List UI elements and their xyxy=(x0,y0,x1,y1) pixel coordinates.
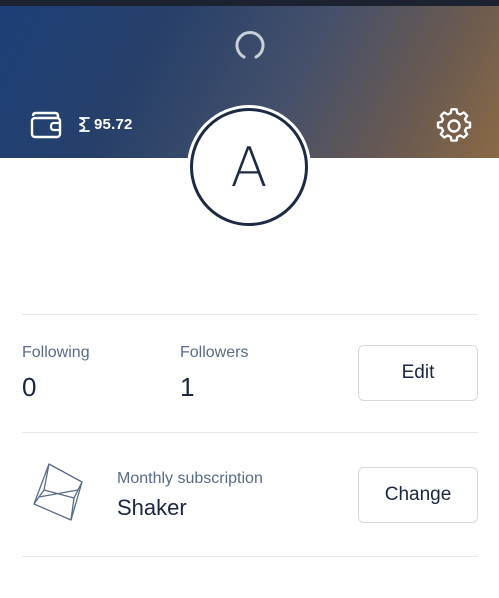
balance-value: 95.72 xyxy=(94,116,133,133)
divider-middle xyxy=(22,432,478,433)
followers-count[interactable]: 1 xyxy=(180,372,194,403)
loading-spinner-icon xyxy=(235,30,265,59)
subscription-plan: Shaker xyxy=(117,495,187,520)
following-label: Following xyxy=(22,344,90,361)
edit-button[interactable]: Edit xyxy=(358,345,478,401)
wallet-icon[interactable] xyxy=(29,110,65,140)
divider-top xyxy=(22,314,478,315)
profile-screen: 95.72 A Following 0 Followers 1 Edit Mon… xyxy=(0,0,499,598)
subscription-label: Monthly subscription xyxy=(117,470,263,487)
change-button[interactable]: Change xyxy=(358,467,478,523)
gear-icon[interactable] xyxy=(436,108,472,144)
avatar[interactable]: A xyxy=(190,108,308,226)
divider-bottom xyxy=(22,556,478,557)
coin-icon xyxy=(79,117,90,132)
avatar-initial: A xyxy=(230,136,268,199)
following-count[interactable]: 0 xyxy=(22,372,36,403)
followers-label: Followers xyxy=(180,344,249,361)
balance-display: 95.72 xyxy=(78,116,133,133)
cube-icon xyxy=(33,463,83,521)
